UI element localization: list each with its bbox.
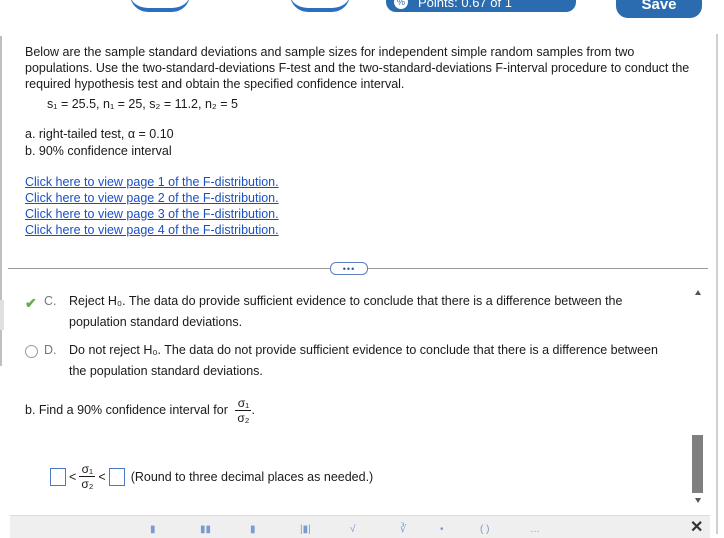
right-rule — [716, 34, 718, 534]
less-than-sign: < — [69, 469, 77, 484]
question-intro: Below are the sample standard deviations… — [25, 45, 690, 91]
mixed-number-tool-icon[interactable]: ▮▮ — [200, 524, 218, 538]
upper-bound-input[interactable] — [108, 467, 125, 486]
option-d-radio-wrap — [25, 342, 38, 358]
top-bar: % Points: 0.67 of 1 Save — [0, 0, 724, 34]
part-b-spec: b. 90% confidence interval — [25, 144, 172, 158]
side-tab[interactable] — [0, 300, 4, 330]
radio-button-icon[interactable] — [25, 345, 38, 358]
option-d-text: Do not reject H₀. The data do not provid… — [69, 343, 658, 378]
part-b-prompt-text: b. Find a 90% confidence interval for — [25, 402, 228, 417]
save-button[interactable]: Save — [616, 0, 702, 18]
more-tools-icon[interactable]: … — [530, 524, 570, 538]
header-decoration — [290, 0, 350, 12]
close-icon[interactable]: ✕ — [690, 517, 703, 537]
exponent-tool-icon[interactable]: ▮ — [250, 524, 268, 538]
lower-bound-input[interactable] — [50, 467, 66, 486]
sqrt-tool-icon[interactable]: √ — [350, 524, 368, 538]
ci-fraction-numerator: σ₁ — [79, 462, 96, 477]
points-indicator: % Points: 0.67 of 1 — [386, 0, 576, 12]
given-values: s₁ = 25.5, n₁ = 25, s₂ = 11.2, n₂ = 5 — [47, 97, 238, 111]
question-content: Below are the sample standard deviations… — [25, 44, 705, 238]
scroll-down-arrow-icon[interactable] — [695, 498, 701, 503]
rounding-note: (Round to three decimal places as needed… — [130, 469, 374, 484]
prompt-period: . — [251, 402, 255, 417]
f-table-link-page-1[interactable]: Click here to view page 1 of the F-distr… — [25, 174, 705, 190]
decimal-tool-icon[interactable]: • — [440, 524, 458, 538]
fraction-denominator: σ₂ — [237, 411, 250, 425]
f-distribution-links: Click here to view page 1 of the F-distr… — [25, 174, 705, 238]
parentheses-tool-icon[interactable]: ( ) — [480, 524, 498, 538]
f-table-link-page-3[interactable]: Click here to view page 3 of the F-distr… — [25, 206, 705, 222]
expand-more-button[interactable]: ••• — [330, 262, 368, 275]
check-mark-icon: ✔ — [25, 295, 37, 311]
less-than-sign: < — [98, 469, 106, 484]
option-c-letter: C. — [44, 294, 57, 308]
question-parts: a. right-tailed test, α = 0.10 b. 90% co… — [25, 126, 705, 160]
fraction-numerator: σ₁ — [235, 396, 252, 411]
ci-fraction-denominator: σ₂ — [81, 477, 94, 491]
option-d-letter: D. — [44, 343, 57, 357]
part-a-spec: a. right-tailed test, α = 0.10 — [25, 127, 174, 141]
nth-root-tool-icon[interactable]: ∛ — [400, 524, 418, 538]
math-toolbar: ▮ ▮▮ ▮ |▮| √ ∛ • ( ) … — [10, 515, 710, 538]
vertical-scrollbar[interactable] — [692, 290, 704, 505]
f-table-link-page-2[interactable]: Click here to view page 2 of the F-distr… — [25, 190, 705, 206]
header-decoration — [130, 0, 190, 12]
f-table-link-page-4[interactable]: Click here to view page 4 of the F-distr… — [25, 222, 705, 238]
scroll-up-arrow-icon[interactable] — [695, 290, 701, 295]
confidence-interval-input-row: < σ₁ σ₂ < (Round to three decimal places… — [50, 462, 373, 491]
option-c-text: Reject H₀. The data do provide sufficien… — [69, 294, 623, 329]
points-label: Points: 0.67 of 1 — [418, 0, 512, 10]
fraction-tool-icon[interactable]: ▮ — [150, 524, 168, 538]
absolute-value-tool-icon[interactable]: |▮| — [300, 524, 318, 538]
sigma-ratio-fraction: σ₁ σ₂ — [235, 396, 252, 425]
points-progress-icon: % — [394, 0, 408, 9]
ci-sigma-ratio: σ₁ σ₂ — [79, 462, 96, 491]
part-b-prompt: b. Find a 90% confidence interval for σ₁… — [25, 396, 255, 425]
scroll-thumb[interactable] — [692, 435, 703, 493]
